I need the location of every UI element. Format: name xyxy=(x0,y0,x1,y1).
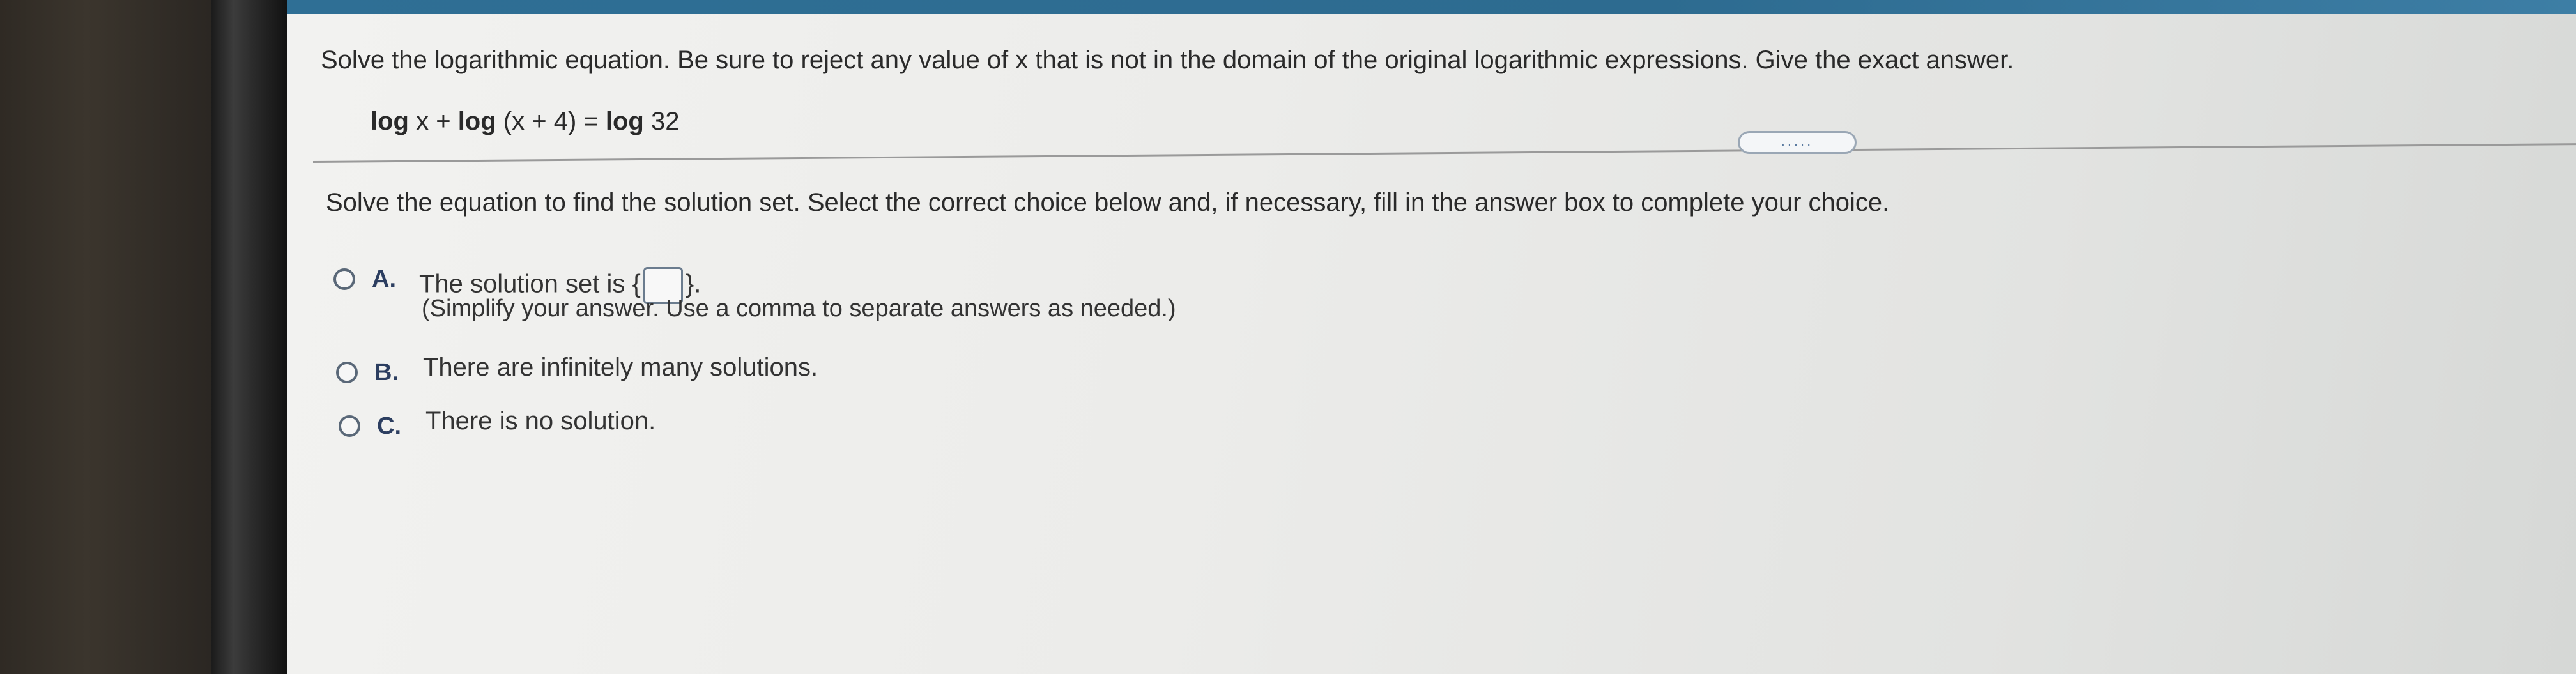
monitor-bezel xyxy=(211,0,288,674)
equation-term-1: x + xyxy=(408,107,458,135)
choice-c-radio[interactable] xyxy=(339,415,360,437)
screen: Solve the logarithmic equation. Be sure … xyxy=(288,0,2576,674)
choice-a-radio[interactable] xyxy=(334,268,355,290)
equation-log-2: log xyxy=(457,107,496,135)
brace-open: { xyxy=(632,270,641,298)
choice-b-letter: B. xyxy=(374,359,399,386)
equation-log-3: log xyxy=(605,107,644,135)
choice-a-label: The solution set is xyxy=(419,270,632,298)
top-bar xyxy=(288,0,2576,14)
equation: log x + log (x + 4) = log 32 xyxy=(371,107,679,136)
choice-c-text: There is no solution. xyxy=(425,407,656,435)
choice-b-text: There are infinitely many solutions. xyxy=(423,353,818,381)
equation-log-1: log xyxy=(371,107,409,135)
section-divider xyxy=(312,143,2576,163)
expand-more-button[interactable]: ..... xyxy=(1738,131,1857,154)
choice-a-hint: (Simplify your answer. Use a comma to se… xyxy=(422,295,1176,322)
choice-a-letter: A. xyxy=(372,266,396,293)
desk-background xyxy=(0,0,217,674)
choice-b-radio[interactable] xyxy=(336,362,358,383)
equation-rhs: 32 xyxy=(643,107,680,135)
instruction-text: Solve the equation to find the solution … xyxy=(326,188,1890,217)
choice-a-period: . xyxy=(694,270,702,298)
brace-close: } xyxy=(685,270,694,298)
question-text: Solve the logarithmic equation. Be sure … xyxy=(321,46,2014,74)
choice-c-letter: C. xyxy=(377,413,401,440)
equation-term-2: (x + 4) = xyxy=(496,107,606,135)
